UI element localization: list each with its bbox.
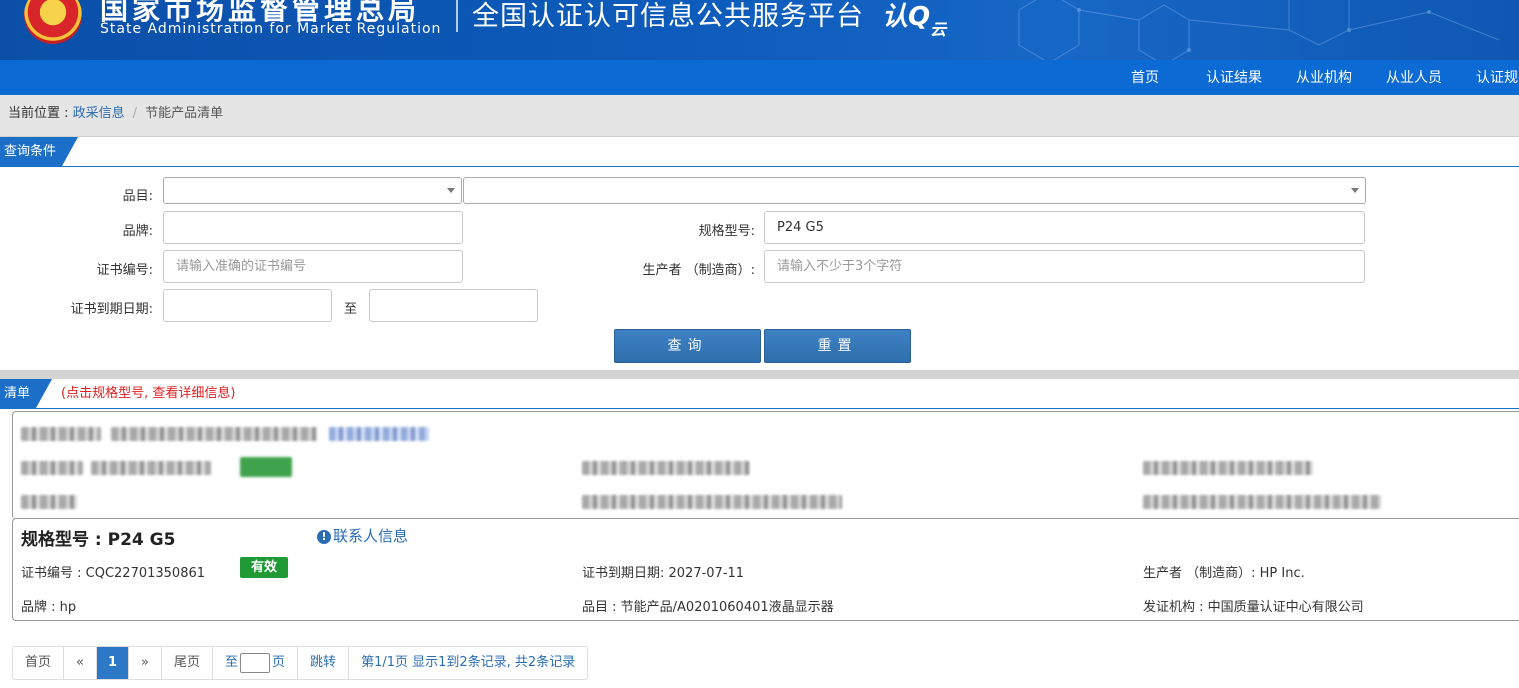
pagination-page-input[interactable] (240, 652, 271, 673)
category-select-secondary[interactable] (463, 177, 1366, 204)
result-category: 品目 : 节能产品/A0201060401液晶显示器 (582, 600, 834, 615)
manufacturer-input[interactable] (764, 250, 1365, 283)
nav-item-home[interactable]: 首页 (1131, 60, 1159, 95)
chevron-down-icon (1351, 188, 1359, 193)
result-expiry: 证书到期日期: 2027-07-11 (582, 566, 745, 581)
model-input[interactable] (764, 211, 1365, 244)
pagination-next[interactable]: » (129, 647, 162, 679)
list-section-note: (点击规格型号, 查看详细信息) (61, 386, 236, 401)
network-pattern-decoration (1018, 0, 1500, 60)
query-section-header: 查询条件 (0, 137, 1519, 167)
redacted-link (329, 427, 429, 441)
pagination-goto-prefix: 至 (225, 655, 239, 670)
nav-item-cert-results[interactable]: 认证结果 (1206, 60, 1262, 95)
list-section-header: 清单 (点击规格型号, 查看详细信息) (0, 379, 1519, 409)
reset-button[interactable]: 重置 (764, 329, 911, 363)
chevron-down-icon (447, 188, 455, 193)
manufacturer-label: 生产者 （制造商）: (642, 263, 755, 278)
nav-item-cert-rules[interactable]: 认证规 (1476, 60, 1518, 95)
search-button[interactable]: 查询 (614, 329, 761, 363)
pagination-page-current[interactable]: 1 (96, 647, 130, 679)
nav-item-personnel[interactable]: 从业人员 (1386, 60, 1442, 95)
result-cert-no: 证书编号 : CQC22701350861 (21, 566, 206, 581)
breadcrumb-prefix: 当前位置 : (8, 106, 73, 121)
national-emblem-logo: ★ (24, 0, 82, 44)
pagination-goto: 至页 (213, 647, 299, 679)
cert-no-input[interactable] (163, 250, 463, 283)
model-label: 规格型号: (698, 224, 755, 239)
brand-input[interactable] (163, 211, 463, 244)
list-item-result: 规格型号 : P24 G5 ! 联系人信息 证书编号 : CQC227013508… (12, 518, 1519, 621)
pagination-last[interactable]: 尾页 (162, 647, 214, 679)
result-manufacturer: 生产者 （制造商）: HP Inc. (1143, 566, 1305, 581)
header-divider (456, 0, 458, 32)
logo-sub-text: 云 (930, 20, 947, 39)
form-bottom-divider (0, 370, 1519, 379)
logo-main-text: 认Q (882, 2, 931, 32)
brand-label: 品牌: (122, 224, 153, 239)
result-brand: 品牌 : hp (21, 600, 77, 615)
redacted-text (1143, 495, 1381, 509)
redacted-text (582, 461, 750, 475)
contact-info-label: 联系人信息 (333, 527, 409, 545)
redacted-text (111, 427, 317, 441)
contact-info-link[interactable]: ! 联系人信息 (317, 525, 408, 546)
org-name-en: State Administration for Market Regulati… (100, 21, 442, 37)
redacted-text (21, 461, 83, 475)
category-label: 品目: (122, 189, 153, 204)
breadcrumb: 当前位置 : 政采信息 / 节能产品清单 (0, 95, 1519, 137)
redacted-status-badge (240, 457, 292, 477)
renzheng-yun-logo: 认Q云 (882, 0, 946, 39)
expiry-date-label: 证书到期日期: (70, 302, 153, 317)
cert-no-label: 证书编号: (96, 263, 153, 278)
list-section-tab: 清单 (0, 379, 52, 408)
result-issuer: 发证机构 : 中国质量认证中心有限公司 (1143, 600, 1364, 615)
category-select-primary[interactable] (163, 177, 462, 204)
list-item-redacted (12, 411, 1519, 519)
query-section-tab: 查询条件 (0, 137, 78, 166)
pagination-prev[interactable]: « (64, 647, 97, 679)
redacted-text (21, 427, 101, 441)
redacted-text (1143, 461, 1313, 475)
platform-title: 全国认证认可信息公共服务平台 (472, 1, 864, 32)
redacted-text (91, 461, 211, 475)
pagination: 首页 « 1 » 尾页 至页 跳转 第1/1页 显示1到2条记录, 共2条记录 (12, 646, 589, 680)
pagination-summary: 第1/1页 显示1到2条记录, 共2条记录 (361, 655, 576, 670)
pagination-goto-suffix: 页 (272, 655, 286, 670)
breadcrumb-separator: / (132, 106, 138, 121)
header-banner: ★ 国家市场监督管理总局 State Administration for Ma… (0, 0, 1519, 60)
breadcrumb-current: 节能产品清单 (145, 106, 224, 121)
info-circle-icon: ! (317, 530, 331, 544)
pagination-jump-button[interactable]: 跳转 (298, 647, 350, 679)
nav-item-institutions[interactable]: 从业机构 (1296, 60, 1352, 95)
status-badge: 有效 (240, 557, 288, 578)
main-nav: 首页 认证结果 从业机构 从业人员 认证规 (0, 60, 1519, 95)
redacted-text (21, 495, 77, 509)
result-model-title[interactable]: 规格型号 : P24 G5 (21, 525, 175, 550)
expiry-date-to-label: 至 (344, 302, 358, 317)
breadcrumb-link-procurement[interactable]: 政采信息 (73, 106, 125, 121)
expiry-date-from-input[interactable] (163, 289, 332, 322)
pagination-first[interactable]: 首页 (13, 647, 65, 679)
redacted-text (582, 495, 842, 509)
expiry-date-to-input[interactable] (369, 289, 538, 322)
